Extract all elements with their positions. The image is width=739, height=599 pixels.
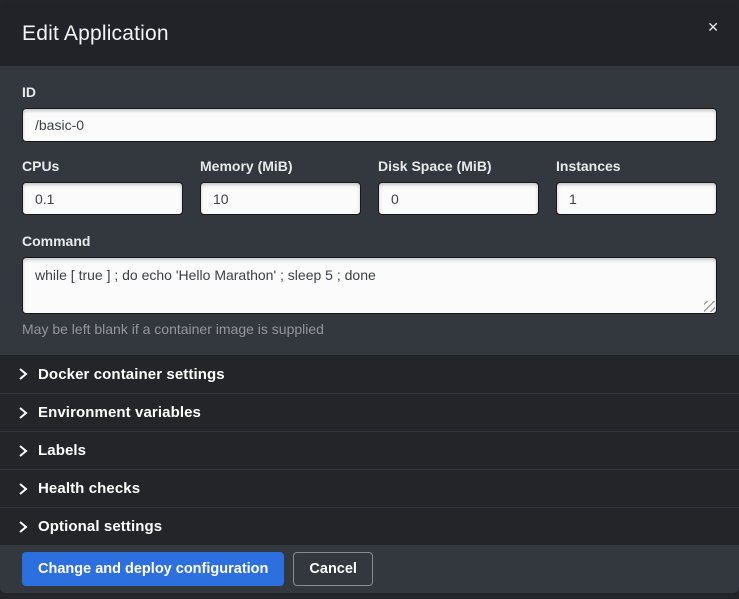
resource-row: CPUs Memory (MiB) Disk Space (MiB) Insta…	[22, 158, 717, 215]
memory-field-group: Memory (MiB)	[200, 158, 361, 215]
change-and-deploy-button[interactable]: Change and deploy configuration	[22, 552, 284, 586]
id-field-group: ID	[22, 84, 717, 142]
section-health-checks[interactable]: Health checks	[0, 469, 739, 507]
command-field-group: Command while [ true ] ; do echo 'Hello …	[22, 233, 717, 337]
command-textarea-wrap: while [ true ] ; do echo 'Hello Marathon…	[22, 257, 717, 314]
accordion-sections: Docker container settings Environment va…	[0, 355, 739, 545]
chevron-right-icon	[16, 406, 30, 420]
chevron-right-icon	[16, 520, 30, 534]
section-optional-settings[interactable]: Optional settings	[0, 507, 739, 545]
command-label: Command	[22, 233, 717, 249]
instances-input[interactable]	[556, 182, 717, 215]
section-label: Environment variables	[38, 404, 201, 421]
command-help-text: May be left blank if a container image i…	[22, 321, 717, 337]
section-label: Labels	[38, 442, 86, 459]
cpus-input[interactable]	[22, 182, 183, 215]
id-label: ID	[22, 84, 717, 100]
section-docker-container-settings[interactable]: Docker container settings	[0, 355, 739, 393]
chevron-right-icon	[16, 444, 30, 458]
disk-label: Disk Space (MiB)	[378, 158, 539, 174]
section-environment-variables[interactable]: Environment variables	[0, 393, 739, 431]
page-title: Edit Application	[22, 22, 169, 46]
cpus-field-group: CPUs	[22, 158, 183, 215]
section-label: Health checks	[38, 480, 140, 497]
edit-application-modal: Edit Application ✕ ID CPUs Memory (MiB) …	[0, 2, 739, 593]
memory-label: Memory (MiB)	[200, 158, 361, 174]
section-label: Docker container settings	[38, 366, 225, 383]
disk-field-group: Disk Space (MiB)	[378, 158, 539, 215]
section-label: Optional settings	[38, 518, 162, 535]
cancel-button[interactable]: Cancel	[293, 552, 373, 586]
instances-field-group: Instances	[556, 158, 717, 215]
chevron-right-icon	[16, 367, 30, 381]
modal-body: ID CPUs Memory (MiB) Disk Space (MiB) In…	[0, 66, 739, 355]
id-input[interactable]	[22, 108, 717, 142]
command-textarea[interactable]: while [ true ] ; do echo 'Hello Marathon…	[22, 257, 717, 314]
modal-header: Edit Application ✕	[0, 2, 739, 66]
chevron-right-icon	[16, 482, 30, 496]
cpus-label: CPUs	[22, 158, 183, 174]
instances-label: Instances	[556, 158, 717, 174]
close-icon[interactable]: ✕	[703, 16, 723, 38]
memory-input[interactable]	[200, 182, 361, 215]
modal-footer: Change and deploy configuration Cancel	[0, 545, 739, 593]
section-labels[interactable]: Labels	[0, 431, 739, 469]
disk-input[interactable]	[378, 182, 539, 215]
